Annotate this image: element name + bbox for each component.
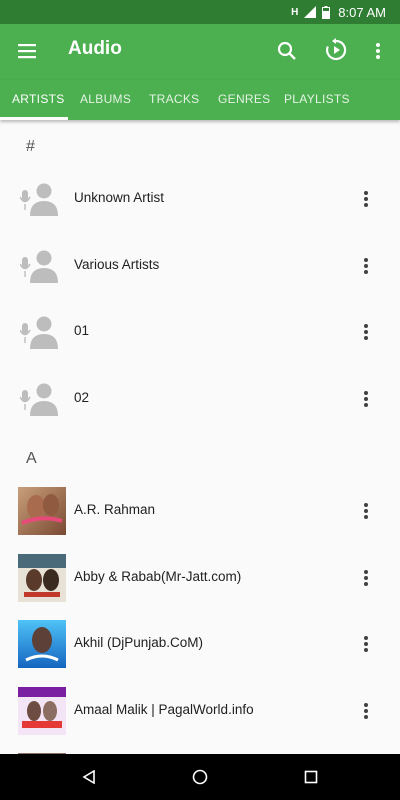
tab-tracks[interactable]: TRACKS — [149, 80, 199, 120]
page-title: Audio — [68, 38, 122, 59]
album-art-thumbnail — [18, 554, 66, 602]
artist-placeholder-icon — [19, 182, 60, 216]
app-bar: Audio — [0, 24, 400, 80]
tab-bar: ARTISTS ALBUMS TRACKS GENRES PLAYLISTS — [0, 80, 400, 120]
artist-placeholder-icon — [19, 382, 60, 416]
tab-artists[interactable]: ARTISTS — [12, 80, 65, 120]
artist-placeholder-icon — [19, 315, 60, 349]
artist-name: Abby & Rabab(Mr-Jatt.com) — [74, 569, 242, 584]
album-art-thumbnail — [18, 687, 66, 735]
status-bar: H 8:07 AM — [0, 0, 400, 24]
section-header: A — [26, 450, 37, 467]
artist-list[interactable]: # Unknown Artist Various Artists 01 02 A — [0, 120, 400, 754]
artist-name: 02 — [74, 390, 90, 405]
item-overflow-icon[interactable] — [356, 498, 376, 524]
search-icon[interactable] — [274, 38, 300, 64]
signal-icon — [304, 6, 317, 18]
list-item[interactable]: Unknown Artist — [0, 166, 400, 232]
artist-name: Various Artists — [74, 257, 160, 272]
overflow-menu-icon[interactable] — [368, 38, 388, 64]
list-item[interactable]: Akhil (DjPunjab.CoM) — [0, 611, 400, 677]
recents-icon[interactable] — [300, 766, 322, 788]
item-overflow-icon[interactable] — [356, 319, 376, 345]
artist-name: A.R. Rahman — [74, 502, 156, 517]
list-item[interactable]: 01 — [0, 299, 400, 365]
artist-name: Akhil (DjPunjab.CoM) — [74, 635, 204, 650]
item-overflow-icon[interactable] — [356, 565, 376, 591]
network-type-label: H — [291, 6, 299, 18]
list-item[interactable] — [0, 745, 400, 754]
album-art-thumbnail — [18, 487, 66, 535]
section-header: # — [26, 138, 35, 155]
list-item[interactable]: Various Artists — [0, 233, 400, 299]
tab-playlists[interactable]: PLAYLISTS — [284, 80, 350, 120]
artist-placeholder-icon — [19, 249, 60, 283]
battery-icon — [322, 5, 331, 19]
album-art-thumbnail — [18, 620, 66, 668]
artist-name: Amaal Malik | PagalWorld.info — [74, 702, 254, 717]
tab-albums[interactable]: ALBUMS — [80, 80, 131, 120]
item-overflow-icon[interactable] — [356, 186, 376, 212]
resume-playback-icon[interactable] — [322, 36, 350, 64]
home-icon[interactable] — [189, 766, 211, 788]
tab-genres[interactable]: GENRES — [218, 80, 270, 120]
item-overflow-icon[interactable] — [356, 253, 376, 279]
list-item[interactable]: 02 — [0, 366, 400, 432]
clock: 8:07 AM — [338, 4, 386, 20]
list-item[interactable]: Amaal Malik | PagalWorld.info — [0, 678, 400, 744]
artist-name: 01 — [74, 323, 90, 338]
item-overflow-icon[interactable] — [356, 386, 376, 412]
system-navigation-bar — [0, 754, 400, 800]
back-icon[interactable] — [78, 766, 100, 788]
hamburger-menu-icon[interactable] — [14, 38, 40, 64]
list-item[interactable]: Abby & Rabab(Mr-Jatt.com) — [0, 545, 400, 611]
artist-name: Unknown Artist — [74, 190, 165, 205]
item-overflow-icon[interactable] — [356, 631, 376, 657]
list-item[interactable]: A.R. Rahman — [0, 478, 400, 544]
item-overflow-icon[interactable] — [356, 698, 376, 724]
